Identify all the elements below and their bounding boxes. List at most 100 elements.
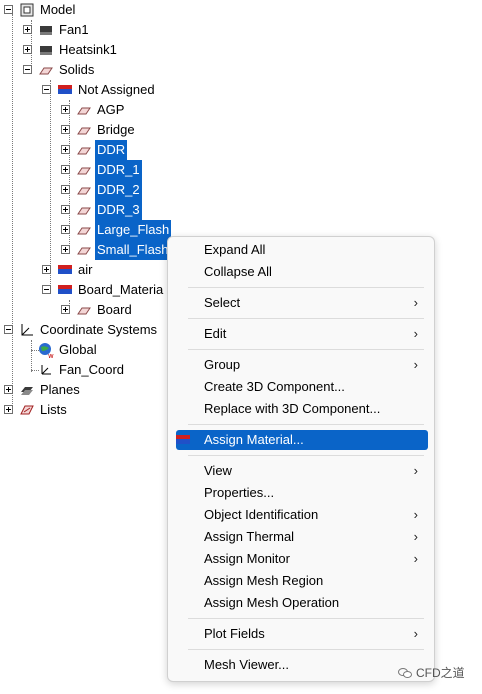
menu-label: Create 3D Component... [204, 379, 345, 394]
lists-icon [20, 405, 34, 415]
menu-label: Expand All [204, 242, 266, 257]
expand-toggle[interactable] [61, 165, 70, 174]
watermark-text: CFD之道 [416, 666, 465, 680]
tree-label: Small_Flash [95, 240, 171, 260]
solid-icon [77, 107, 91, 115]
collapse-toggle[interactable] [42, 285, 51, 294]
material-icon [176, 435, 190, 444]
menu-item-assign-material[interactable]: Assign Material... [176, 430, 428, 450]
tree-label: DDR_2 [95, 180, 142, 200]
expand-toggle[interactable] [4, 385, 13, 394]
expand-toggle[interactable] [61, 205, 70, 214]
menu-separator [188, 455, 424, 456]
collapse-toggle[interactable] [4, 5, 13, 14]
solid-icon [77, 147, 91, 155]
menu-item-assign-mesh-region[interactable]: Assign Mesh Region [176, 571, 428, 591]
menu-item-view[interactable]: View › [176, 461, 428, 481]
menu-label: Assign Mesh Region [204, 573, 324, 588]
expand-toggle[interactable] [61, 145, 70, 154]
model-icon [20, 3, 34, 17]
solid-icon [77, 127, 91, 135]
expand-toggle[interactable] [23, 45, 32, 54]
menu-separator [188, 318, 424, 319]
tree-label: air [78, 262, 93, 277]
submenu-arrow-icon: › [413, 529, 418, 544]
tree-label: AGP [97, 102, 125, 117]
solid-icon [77, 247, 91, 255]
menu-separator [188, 649, 424, 650]
menu-item-collapse-all[interactable]: Collapse All [176, 262, 428, 282]
tree-label: Coordinate Systems [40, 322, 158, 337]
material-icon [58, 265, 72, 274]
tree-label: DDR [95, 140, 128, 160]
menu-label: Plot Fields [204, 626, 265, 641]
expand-toggle[interactable] [42, 265, 51, 274]
menu-separator [188, 287, 424, 288]
tree-label: Board [97, 302, 132, 317]
collapse-toggle[interactable] [42, 85, 51, 94]
tree-label: Model [40, 2, 76, 17]
expand-toggle[interactable] [61, 305, 70, 314]
component-icon [40, 46, 52, 55]
expand-toggle[interactable] [61, 185, 70, 194]
menu-label: Replace with 3D Component... [204, 401, 381, 416]
menu-label: Assign Monitor [204, 551, 290, 566]
tree-label: Large_Flash [95, 220, 172, 240]
menu-label: Properties... [204, 485, 275, 500]
menu-item-properties[interactable]: Properties... [176, 483, 428, 503]
menu-label: Assign Thermal [204, 529, 295, 544]
tree-label: Planes [40, 382, 80, 397]
menu-item-create-3d-component[interactable]: Create 3D Component... [176, 377, 428, 397]
menu-label: Edit [204, 326, 227, 341]
menu-item-expand-all[interactable]: Expand All [176, 240, 428, 260]
expand-toggle[interactable] [61, 125, 70, 134]
tree-label: Global [59, 342, 97, 357]
tree-label: DDR_3 [95, 200, 142, 220]
menu-item-mesh-viewer[interactable]: Mesh Viewer... [176, 655, 428, 675]
tree-label: Fan_Coord [59, 362, 125, 377]
collapse-toggle[interactable] [23, 65, 32, 74]
tree-label: DDR_1 [95, 160, 142, 180]
tree-label: Bridge [97, 122, 135, 137]
globe-icon: w [39, 343, 54, 358]
submenu-arrow-icon: › [413, 507, 418, 522]
material-icon [58, 285, 72, 294]
expand-toggle[interactable] [4, 405, 13, 414]
menu-item-replace-3d-component[interactable]: Replace with 3D Component... [176, 399, 428, 419]
menu-label: Mesh Viewer... [204, 657, 290, 672]
menu-item-assign-monitor[interactable]: Assign Monitor › [176, 549, 428, 569]
menu-item-edit[interactable]: Edit › [176, 324, 428, 344]
menu-item-select[interactable]: Select › [176, 293, 428, 313]
solid-icon [39, 67, 53, 75]
menu-item-assign-mesh-operation[interactable]: Assign Mesh Operation [176, 593, 428, 613]
component-icon [40, 26, 52, 35]
submenu-arrow-icon: › [413, 326, 418, 341]
menu-item-plot-fields[interactable]: Plot Fields › [176, 624, 428, 644]
menu-item-assign-thermal[interactable]: Assign Thermal › [176, 527, 428, 547]
submenu-arrow-icon: › [413, 551, 418, 566]
wechat-icon [398, 668, 412, 678]
expand-toggle[interactable] [61, 105, 70, 114]
menu-separator [188, 424, 424, 425]
material-icon [58, 85, 72, 94]
menu-label: Assign Material... [204, 432, 304, 447]
tree-label: Board_Materia [78, 282, 164, 297]
menu-item-object-identification[interactable]: Object Identification › [176, 505, 428, 525]
solid-icon [77, 207, 91, 215]
menu-separator [188, 618, 424, 619]
solid-icon [77, 167, 91, 175]
menu-item-group[interactable]: Group › [176, 355, 428, 375]
context-menu: Expand All Collapse All Select › Edit › Gr… [167, 236, 435, 682]
expand-toggle[interactable] [61, 245, 70, 254]
tree-label: Lists [40, 402, 67, 417]
collapse-toggle[interactable] [4, 325, 13, 334]
tree-label: Fan1 [59, 22, 89, 37]
planes-icon [21, 387, 33, 395]
submenu-arrow-icon: › [413, 295, 418, 310]
tree-label: Heatsink1 [59, 42, 117, 57]
menu-separator [188, 349, 424, 350]
menu-label: View [204, 463, 232, 478]
expand-toggle[interactable] [23, 25, 32, 34]
menu-label: Group [204, 357, 241, 372]
expand-toggle[interactable] [61, 225, 70, 234]
